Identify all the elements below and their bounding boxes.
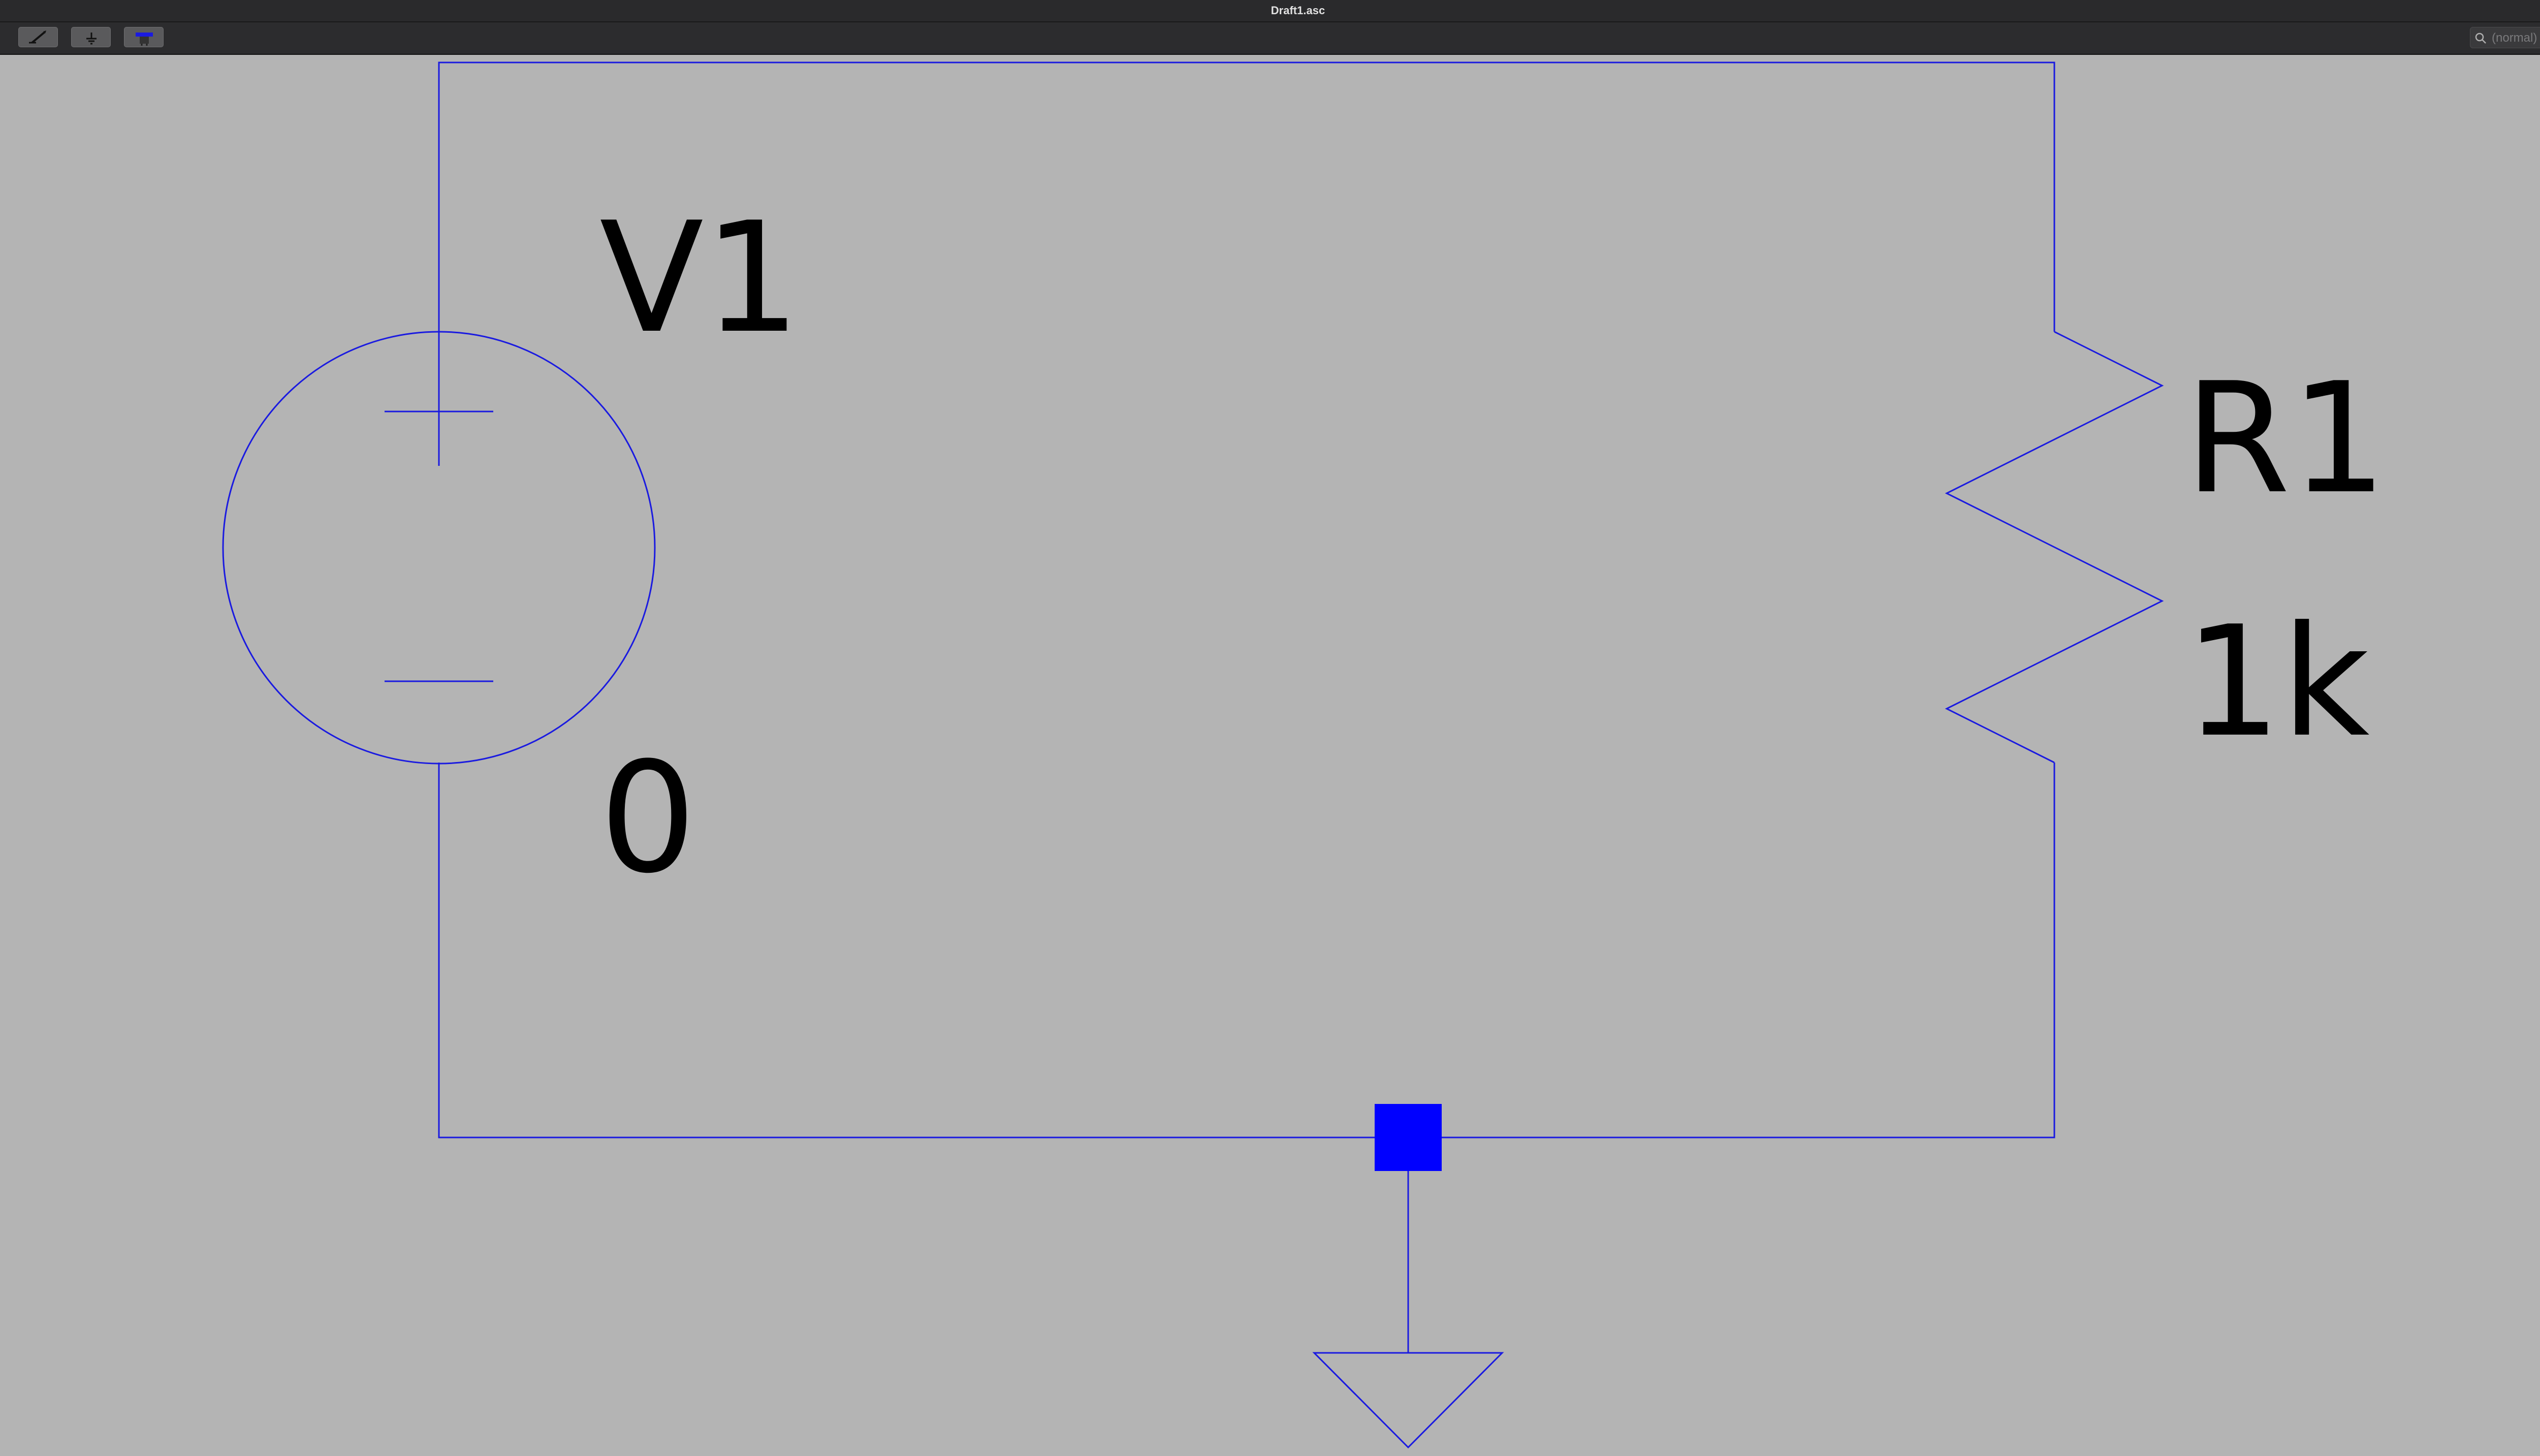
pencil-wire-icon: [29, 30, 46, 44]
wire-tool-button[interactable]: [18, 27, 58, 47]
search-input[interactable]: [2491, 27, 2540, 49]
ground-icon: [86, 33, 97, 45]
window-title: Draft1.asc: [1271, 4, 1325, 17]
search-box[interactable]: [2470, 27, 2540, 49]
search-icon: [2475, 33, 2486, 44]
ground-tool-button[interactable]: [71, 27, 111, 47]
resistor-symbol[interactable]: [1945, 331, 2164, 764]
toolbar: [0, 22, 2540, 55]
component-icon: [136, 33, 153, 46]
ground-symbol-icon[interactable]: [1312, 1352, 1504, 1449]
v1-name-label[interactable]: V1: [599, 202, 801, 355]
component-tool-button[interactable]: [124, 27, 164, 47]
v1-value-label[interactable]: 0: [599, 742, 696, 895]
net-node-icon[interactable]: [1375, 1104, 1442, 1171]
r1-value-label[interactable]: 1k: [2184, 606, 2370, 758]
title-bar: Draft1.asc +: [0, 0, 2540, 22]
schematic-drawing: [222, 61, 2164, 1449]
r1-name-label[interactable]: R1: [2184, 363, 2387, 515]
schematic-canvas[interactable]: V1 0 R1 1k: [0, 55, 2540, 1456]
